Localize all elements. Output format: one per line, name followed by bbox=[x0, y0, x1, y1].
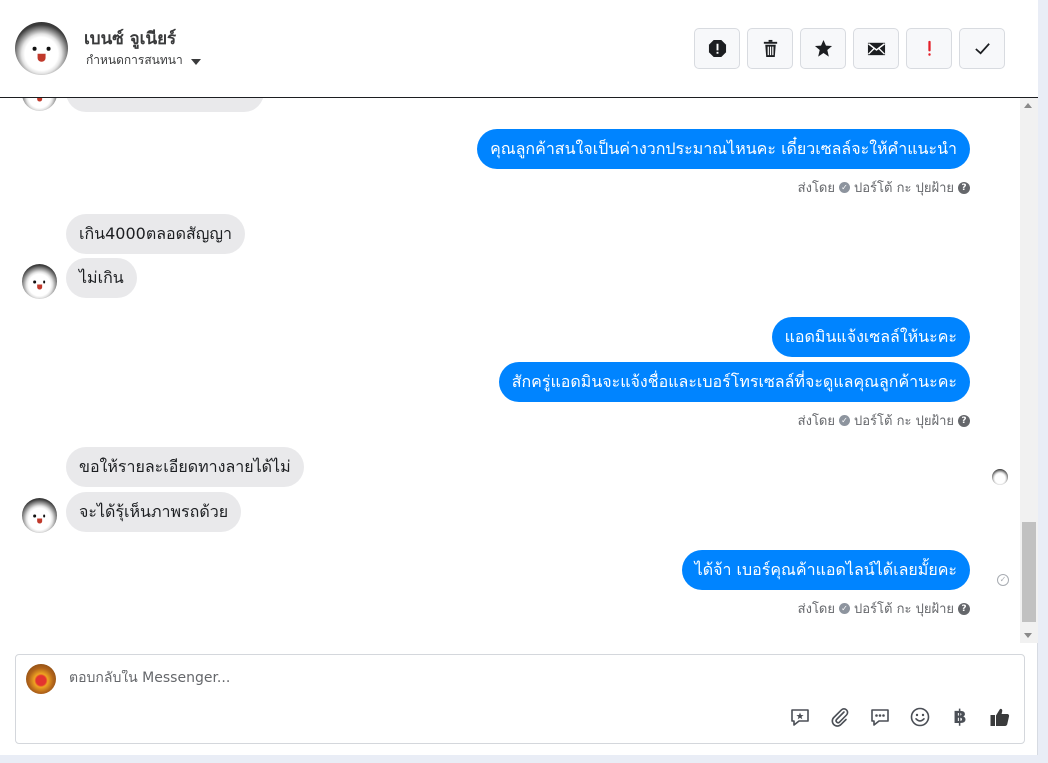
help-icon[interactable]: ? bbox=[958, 602, 970, 615]
scrollbar-thumb[interactable] bbox=[1022, 522, 1036, 622]
message-bubble-incoming[interactable]: จะได้รุ้เห็นภาพรถด้วย bbox=[66, 492, 242, 532]
emoji-button[interactable] bbox=[908, 705, 932, 729]
page-badge-icon: ✓ bbox=[839, 182, 850, 193]
conversation-header: เบนซ์ จูเนียร์ กำหนดการสนทนา bbox=[0, 0, 1038, 98]
scroll-down-arrow-icon[interactable] bbox=[1024, 633, 1032, 638]
sent-by-info: ส่งโดย ✓ ปอร์โต้ กะ ปุยฝ้าย ? bbox=[798, 410, 970, 431]
attachment-icon bbox=[831, 708, 849, 727]
saved-reply-icon bbox=[791, 709, 809, 726]
conversation-panel: เบนซ์ จูเนียร์ กำหนดการสนทนา คุณลูกค้าสน… bbox=[0, 0, 1038, 755]
page-badge-icon: ✓ bbox=[839, 415, 850, 426]
sent-by-sender: ปอร์โต้ กะ ปุยฝ้าย bbox=[854, 414, 954, 429]
scroll-up-arrow-icon[interactable] bbox=[1024, 103, 1032, 108]
page-badge-icon: ✓ bbox=[839, 603, 850, 614]
message-bubble-outgoing[interactable]: แอดมินแจ้งเซลล์ให้นะคะ bbox=[771, 317, 970, 357]
alert-octagon-icon bbox=[708, 39, 726, 58]
sent-by-info: ส่งโดย ✓ ปอร์โต้ กะ ปุยฝ้าย ? bbox=[798, 177, 970, 198]
contact-avatar-small bbox=[22, 264, 57, 299]
page-avatar bbox=[26, 664, 56, 694]
sent-by-sender: ปอร์โต้ กะ ปุยฝ้าย bbox=[854, 181, 954, 196]
trash-icon bbox=[763, 39, 777, 58]
contact-avatar-small bbox=[22, 498, 57, 533]
checkmark-icon bbox=[974, 43, 990, 55]
thread-scrollbar[interactable] bbox=[1020, 98, 1038, 643]
contact-avatar-small bbox=[22, 98, 57, 111]
conversation-schedule-dropdown[interactable]: กำหนดการสนทนา bbox=[86, 51, 201, 70]
message-bubble-outgoing[interactable]: ได้จ้า เบอร์คุณค้าแอดไลน์ได้เลยมั้ยคะ bbox=[681, 550, 970, 590]
ghost-face-icon bbox=[25, 38, 58, 67]
sent-by-sender: ปอร์โต้ กะ ปุยฝ้าย bbox=[854, 602, 954, 617]
message-bubble-incoming-partial bbox=[66, 98, 264, 112]
star-button[interactable] bbox=[800, 28, 846, 69]
message-thread[interactable]: คุณลูกค้าสนใจเป็นค่างวกประมาณไหนคะ เดี๋ย… bbox=[0, 98, 1020, 643]
contact-name[interactable]: เบนซ์ จูเนียร์ bbox=[84, 25, 176, 52]
seen-receipt-avatar bbox=[992, 469, 1008, 485]
sent-by-prefix: ส่งโดย bbox=[797, 414, 835, 429]
quick-reply-button[interactable] bbox=[868, 705, 892, 729]
sent-by-prefix: ส่งโดย bbox=[797, 181, 835, 196]
spam-button[interactable] bbox=[694, 28, 740, 69]
sent-by-info: ส่งโดย ✓ ปอร์โต้ กะ ปุยฝ้าย ? bbox=[798, 598, 970, 619]
contact-avatar[interactable] bbox=[15, 22, 68, 75]
star-icon bbox=[814, 39, 832, 57]
delete-button[interactable] bbox=[747, 28, 793, 69]
message-bubble-outgoing[interactable]: คุณลูกค้าสนใจเป็นค่างวกประมาณไหนคะ เดี๋ย… bbox=[477, 129, 970, 169]
help-icon[interactable]: ? bbox=[958, 414, 970, 427]
message-bubble-incoming[interactable]: ไม่เกิน bbox=[66, 258, 137, 298]
emoji-icon bbox=[910, 707, 930, 727]
composer-tools: ฿ bbox=[788, 705, 1012, 729]
chat-bubble-icon bbox=[871, 709, 889, 726]
like-button[interactable] bbox=[988, 705, 1012, 729]
attach-file-button[interactable] bbox=[828, 705, 852, 729]
payment-button[interactable]: ฿ bbox=[948, 705, 972, 729]
ghost-face-icon bbox=[29, 98, 51, 106]
done-button[interactable] bbox=[959, 28, 1005, 69]
sent-by-prefix: ส่งโดย bbox=[797, 602, 835, 617]
conversation-schedule-label: กำหนดการสนทนา bbox=[86, 53, 183, 67]
caret-down-icon bbox=[190, 58, 201, 65]
envelope-icon bbox=[867, 42, 885, 56]
exclamation-icon bbox=[927, 40, 931, 56]
help-icon[interactable]: ? bbox=[958, 181, 970, 194]
reply-composer: ฿ bbox=[15, 654, 1025, 744]
ghost-face-icon bbox=[29, 509, 51, 528]
message-bubble-incoming[interactable]: ขอให้รายละเอียดทางลายได้ไม่ bbox=[66, 447, 304, 487]
message-bubble-incoming[interactable]: เกิน4000ตลอดสัญญา bbox=[66, 214, 246, 254]
mark-unread-button[interactable] bbox=[853, 28, 899, 69]
important-button[interactable] bbox=[906, 28, 952, 69]
ghost-face-icon bbox=[29, 275, 51, 294]
saved-reply-button[interactable] bbox=[788, 705, 812, 729]
reply-input[interactable] bbox=[69, 670, 769, 686]
thumbs-up-icon bbox=[990, 708, 1010, 726]
baht-icon: ฿ bbox=[953, 706, 967, 728]
conversation-toolbar bbox=[694, 28, 1005, 69]
sent-status-icon: ✓ bbox=[997, 574, 1009, 586]
message-bubble-outgoing[interactable]: สักครู่แอดมินจะแจ้งชื่อและเบอร์โทรเซลล์ท… bbox=[498, 362, 970, 402]
